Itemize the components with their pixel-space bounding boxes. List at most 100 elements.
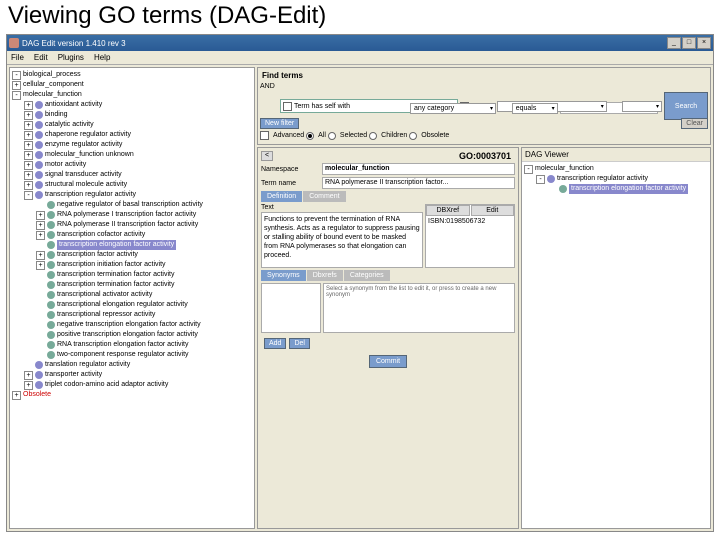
expand-icon[interactable]: +: [24, 381, 33, 390]
expand-icon[interactable]: -: [524, 165, 533, 174]
tab-definition[interactable]: Definition: [261, 191, 302, 202]
del-button[interactable]: Del: [289, 338, 310, 349]
synonym-list[interactable]: [261, 283, 321, 333]
expand-icon[interactable]: -: [24, 191, 33, 200]
expand-icon[interactable]: +: [24, 141, 33, 150]
tree-node[interactable]: +structural molecule activity: [12, 180, 252, 190]
term-icon: [47, 351, 55, 359]
expand-icon[interactable]: +: [36, 251, 45, 260]
expand-icon[interactable]: +: [24, 101, 33, 110]
close-button[interactable]: ×: [697, 37, 711, 49]
expand-icon[interactable]: +: [24, 121, 33, 130]
expand-icon[interactable]: +: [24, 131, 33, 140]
tree-node[interactable]: transcriptional activator activity: [12, 290, 252, 300]
tree-node[interactable]: +RNA polymerase I transcription factor a…: [12, 210, 252, 220]
radio-selected[interactable]: [328, 132, 336, 140]
dbxref-edit-button[interactable]: Edit: [471, 205, 515, 216]
minimize-button[interactable]: _: [667, 37, 681, 49]
menu-file[interactable]: File: [11, 53, 24, 62]
tree-label: molecular_function unknown: [45, 150, 134, 160]
term-icon: [47, 331, 55, 339]
radio-obsolete[interactable]: [409, 132, 417, 140]
tree-node[interactable]: transcriptional repressor activity: [12, 310, 252, 320]
clear-button[interactable]: Clear: [681, 118, 708, 129]
tree-node[interactable]: +signal transducer activity: [12, 170, 252, 180]
tree-node[interactable]: translation regulator activity: [12, 360, 252, 370]
expand-icon[interactable]: +: [12, 391, 21, 400]
expand-icon[interactable]: +: [24, 151, 33, 160]
tree-node[interactable]: +antioxidant activity: [12, 100, 252, 110]
expand-icon[interactable]: +: [24, 111, 33, 120]
radio-all[interactable]: [306, 132, 314, 140]
expand-icon[interactable]: +: [36, 211, 45, 220]
tree-node[interactable]: +enzyme regulator activity: [12, 140, 252, 150]
expand-icon[interactable]: +: [24, 181, 33, 190]
tree-node[interactable]: +chaperone regulator activity: [12, 130, 252, 140]
ontology-tree-panel[interactable]: -biological_process+cellular_component-m…: [9, 67, 255, 529]
term-icon: [47, 281, 55, 289]
expand-icon[interactable]: +: [24, 371, 33, 380]
titlebar[interactable]: DAG Edit version 1.410 rev 3 _ □ ×: [7, 35, 713, 51]
tree-node[interactable]: +transporter activity: [12, 370, 252, 380]
tree-node[interactable]: transcription elongation factor activity: [12, 240, 252, 250]
tree-node[interactable]: transcription termination factor activit…: [12, 280, 252, 290]
tab-synonyms[interactable]: Synonyms: [261, 270, 306, 281]
expand-icon[interactable]: +: [36, 231, 45, 240]
tree-node[interactable]: -transcription regulator activity: [12, 190, 252, 200]
termname-value[interactable]: RNA polymerase II transcription factor..…: [322, 177, 515, 189]
tree-node[interactable]: -biological_process: [12, 70, 252, 80]
term-icon: [35, 141, 43, 149]
chk-advanced[interactable]: [260, 131, 269, 140]
tab-categories[interactable]: Categories: [344, 270, 390, 281]
tree-node[interactable]: transcription elongation factor activity: [524, 184, 708, 194]
tree-node[interactable]: RNA transcription elongation factor acti…: [12, 340, 252, 350]
tree-node[interactable]: +catalytic activity: [12, 120, 252, 130]
expand-icon[interactable]: -: [536, 175, 545, 184]
search-button[interactable]: Search: [664, 92, 708, 120]
category-dropdown[interactable]: any category: [410, 103, 496, 114]
tree-node[interactable]: -molecular_function: [12, 90, 252, 100]
dbxref-value[interactable]: ISBN:0198506732: [426, 216, 514, 227]
maximize-button[interactable]: □: [682, 37, 696, 49]
definition-text[interactable]: Functions to prevent the termination of …: [261, 212, 423, 268]
namespace-value[interactable]: molecular_function: [322, 163, 515, 175]
expand-icon[interactable]: -: [12, 91, 21, 100]
expand-icon[interactable]: +: [36, 221, 45, 230]
equals-dropdown[interactable]: equals: [512, 103, 558, 114]
tree-node[interactable]: -molecular_function: [524, 164, 708, 174]
tab-dbxrefs[interactable]: Dbxrefs: [307, 270, 343, 281]
add-button[interactable]: Add: [264, 338, 286, 349]
commit-button[interactable]: Commit: [369, 355, 407, 368]
tree-node[interactable]: + molecular_function unknown: [12, 150, 252, 160]
menu-edit[interactable]: Edit: [34, 53, 48, 62]
has-dropdown[interactable]: [622, 101, 662, 112]
menu-help[interactable]: Help: [94, 53, 110, 62]
tree-node[interactable]: +Obsolete: [12, 390, 252, 400]
tree-node[interactable]: -transcription regulator activity: [524, 174, 708, 184]
tree-node[interactable]: transcriptional elongation regulator act…: [12, 300, 252, 310]
tree-node[interactable]: +motor activity: [12, 160, 252, 170]
new-filter-button[interactable]: New filter: [260, 118, 299, 129]
tree-node[interactable]: negative transcription elongation factor…: [12, 320, 252, 330]
tree-node[interactable]: +transcription factor activity: [12, 250, 252, 260]
tree-node[interactable]: +transcription initiation factor activit…: [12, 260, 252, 270]
tree-node[interactable]: +triplet codon-amino acid adaptor activi…: [12, 380, 252, 390]
tree-node[interactable]: positive transcription elongation factor…: [12, 330, 252, 340]
expand-icon[interactable]: +: [12, 81, 21, 90]
expand-icon[interactable]: -: [12, 71, 21, 80]
tree-node[interactable]: two-component response regulator activit…: [12, 350, 252, 360]
expand-icon[interactable]: +: [24, 161, 33, 170]
tab-comment[interactable]: Comment: [303, 191, 345, 202]
tree-node[interactable]: +transcription cofactor activity: [12, 230, 252, 240]
radio-children[interactable]: [369, 132, 377, 140]
tree-node[interactable]: +binding: [12, 110, 252, 120]
tree-node[interactable]: +cellular_component: [12, 80, 252, 90]
tree-node[interactable]: transcription termination factor activit…: [12, 270, 252, 280]
dbxref-header: DBXref: [426, 205, 470, 216]
tree-node[interactable]: +RNA polymerase II transcription factor …: [12, 220, 252, 230]
expand-icon[interactable]: +: [36, 261, 45, 270]
nav-prev[interactable]: <: [261, 151, 273, 161]
tree-node[interactable]: negative regulator of basal transcriptio…: [12, 200, 252, 210]
expand-icon[interactable]: +: [24, 171, 33, 180]
menu-plugins[interactable]: Plugins: [58, 53, 84, 62]
